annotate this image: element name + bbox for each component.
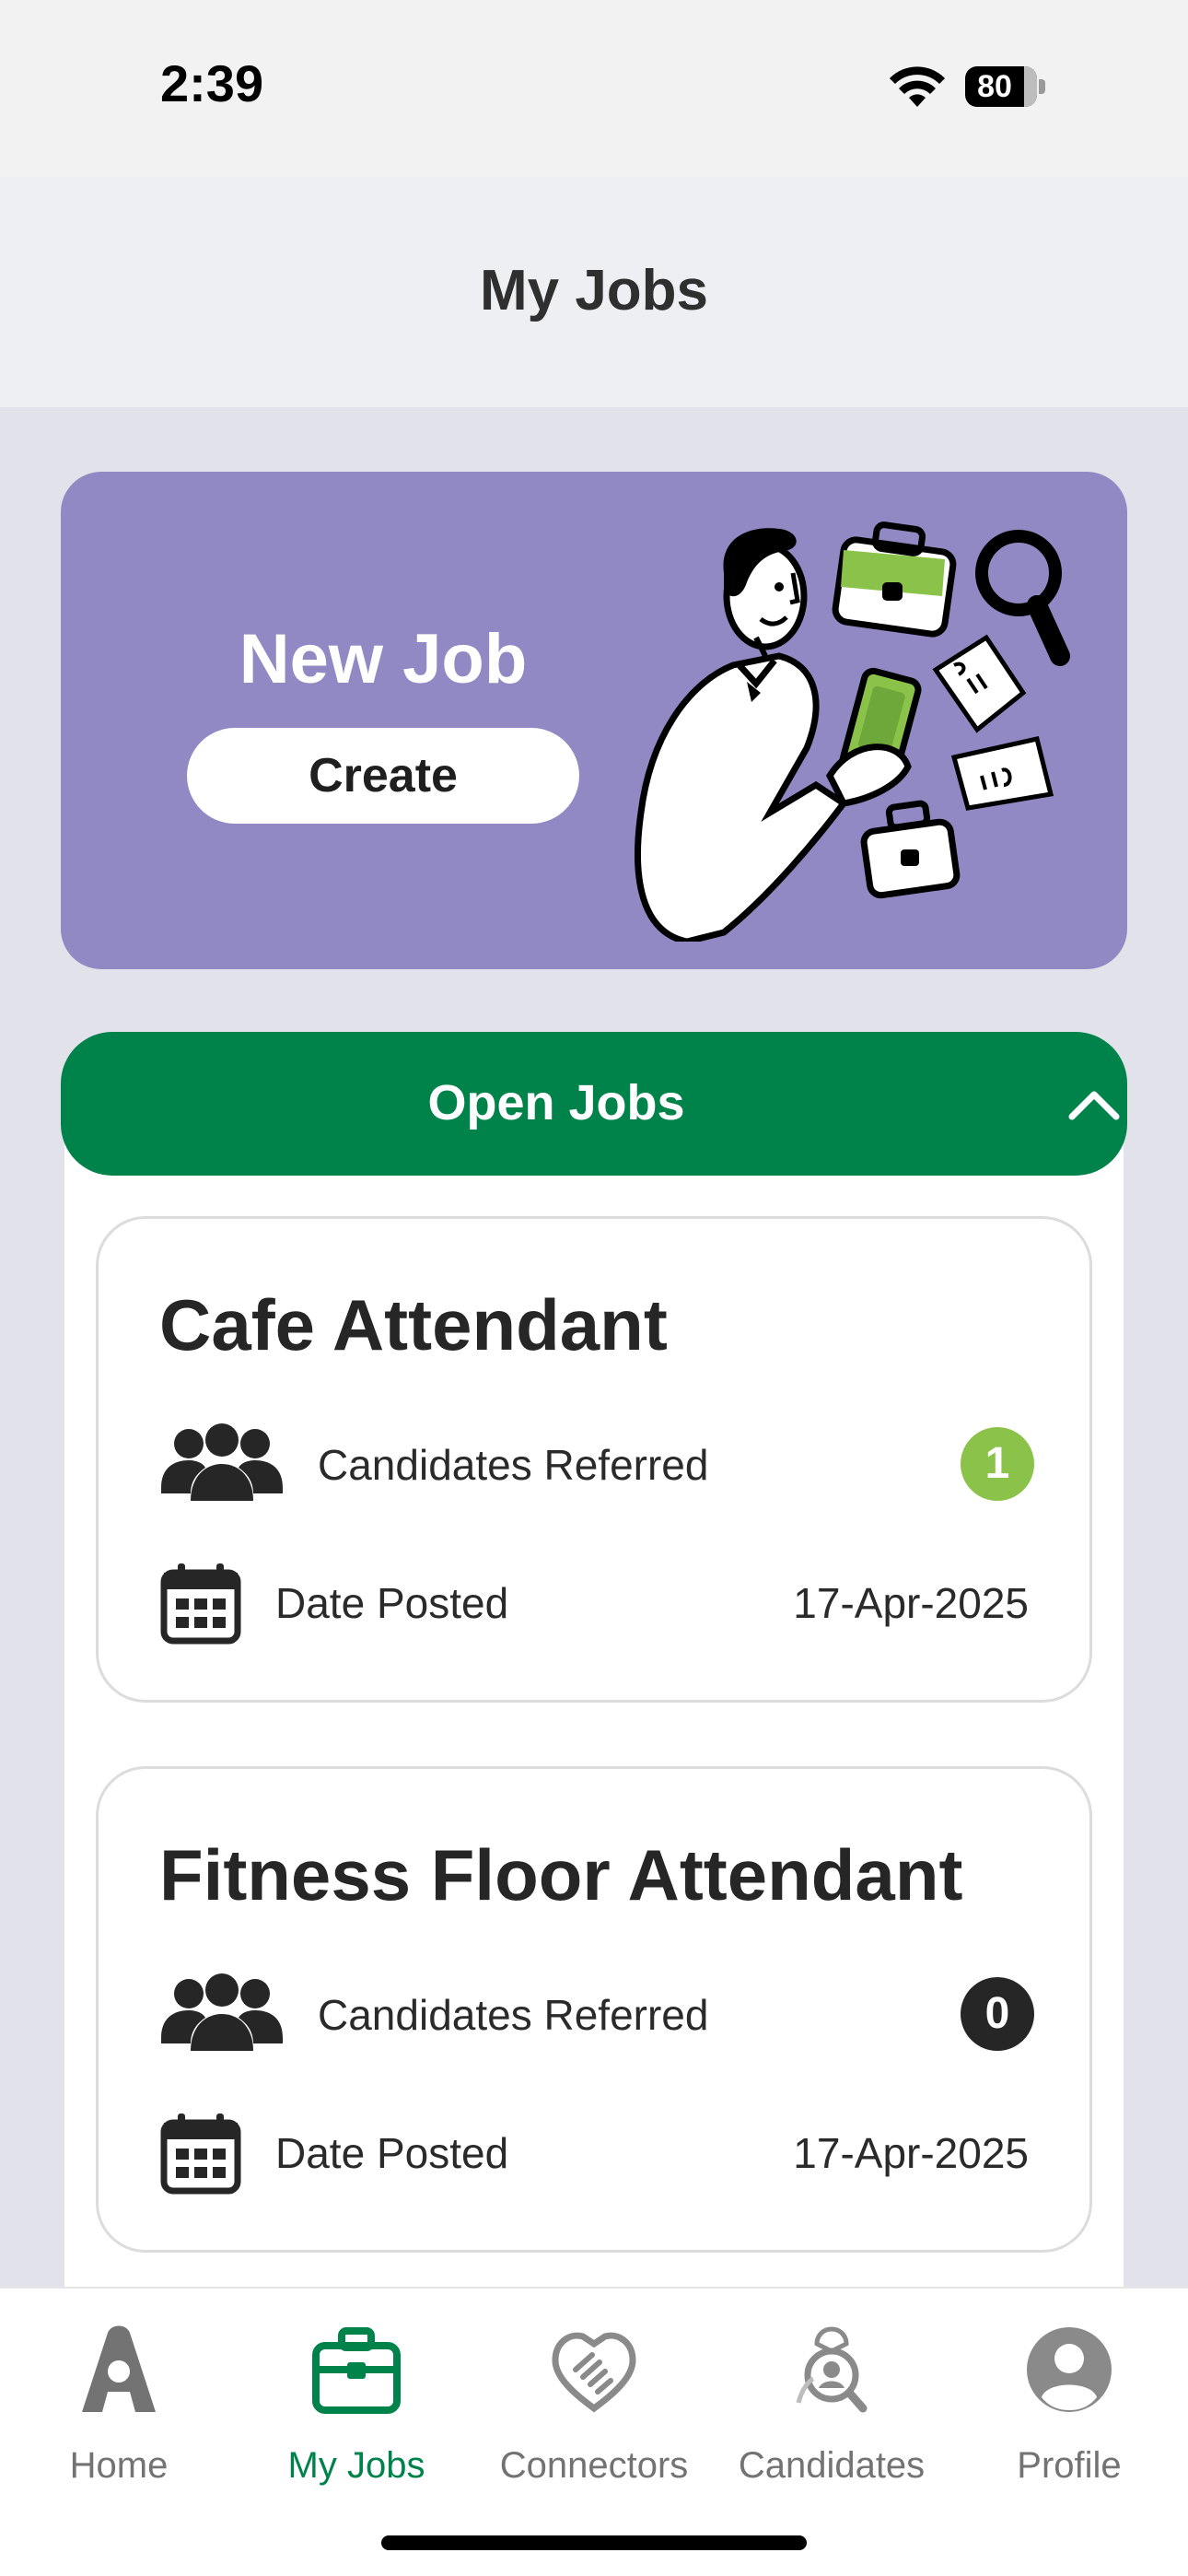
job-title: Fitness Floor Attendant xyxy=(159,1834,963,1915)
calendar-icon xyxy=(160,1563,241,1645)
home-indicator xyxy=(381,2535,807,2550)
tab-profile-label: Profile xyxy=(1017,2445,1122,2486)
candidate-search-icon xyxy=(796,2326,868,2413)
tab-connectors[interactable]: Connectors xyxy=(475,2289,713,2519)
wifi-icon xyxy=(890,66,945,107)
people-icon xyxy=(161,1973,283,2051)
calendar-icon xyxy=(160,2113,241,2195)
bottom-tab-bar: Home My Jobs Connectors Candidates Profi… xyxy=(0,2287,1188,2576)
date-posted-value: 17-Apr-2025 xyxy=(793,2129,1029,2177)
job-card[interactable]: Fitness Floor Attendant Candidates Refer… xyxy=(96,1766,1092,2253)
new-job-banner: New Job Create xyxy=(61,472,1127,969)
home-logo-icon xyxy=(82,2325,156,2412)
chevron-up-icon[interactable] xyxy=(1065,1083,1124,1124)
page-header: My Jobs xyxy=(0,177,1188,407)
status-time: 2:39 xyxy=(160,54,264,112)
tab-home[interactable]: Home xyxy=(0,2289,238,2519)
open-jobs-header[interactable]: Open Jobs xyxy=(61,1032,1127,1176)
page-title: My Jobs xyxy=(479,259,709,322)
job-card[interactable]: Cafe Attendant Candidates Referred 1 Dat… xyxy=(96,1216,1092,1703)
job-search-illustration xyxy=(635,521,1070,942)
profile-icon xyxy=(1027,2327,1112,2412)
open-jobs-title: Open Jobs xyxy=(427,1075,685,1130)
candidates-referred-label: Candidates Referred xyxy=(318,1991,709,2039)
briefcase-icon xyxy=(312,2327,401,2414)
date-posted-label: Date Posted xyxy=(275,1579,509,1627)
battery-icon: 80 xyxy=(965,66,1046,107)
battery-level: 80 xyxy=(977,69,1012,104)
banner-title: New Job xyxy=(239,620,528,698)
job-title: Cafe Attendant xyxy=(159,1284,668,1365)
tab-candidates-label: Candidates xyxy=(738,2445,926,2486)
people-icon xyxy=(161,1423,283,1501)
tab-my-jobs[interactable]: My Jobs xyxy=(238,2289,475,2519)
candidates-referred-label: Candidates Referred xyxy=(318,1441,709,1489)
tab-profile[interactable]: Profile xyxy=(950,2289,1188,2519)
status-bar: 2:39 80 xyxy=(0,0,1188,177)
date-posted-label: Date Posted xyxy=(275,2129,509,2177)
tab-candidates[interactable]: Candidates xyxy=(713,2289,950,2519)
tab-home-label: Home xyxy=(69,2445,169,2486)
create-job-button[interactable]: Create xyxy=(187,728,579,824)
handshake-icon xyxy=(552,2332,636,2413)
candidates-count-badge: 1 xyxy=(961,1427,1034,1501)
candidates-count-badge: 0 xyxy=(961,1977,1034,2051)
date-posted-value: 17-Apr-2025 xyxy=(793,1579,1029,1627)
tab-connectors-label: Connectors xyxy=(499,2445,689,2486)
tab-my-jobs-label: My Jobs xyxy=(287,2445,425,2486)
